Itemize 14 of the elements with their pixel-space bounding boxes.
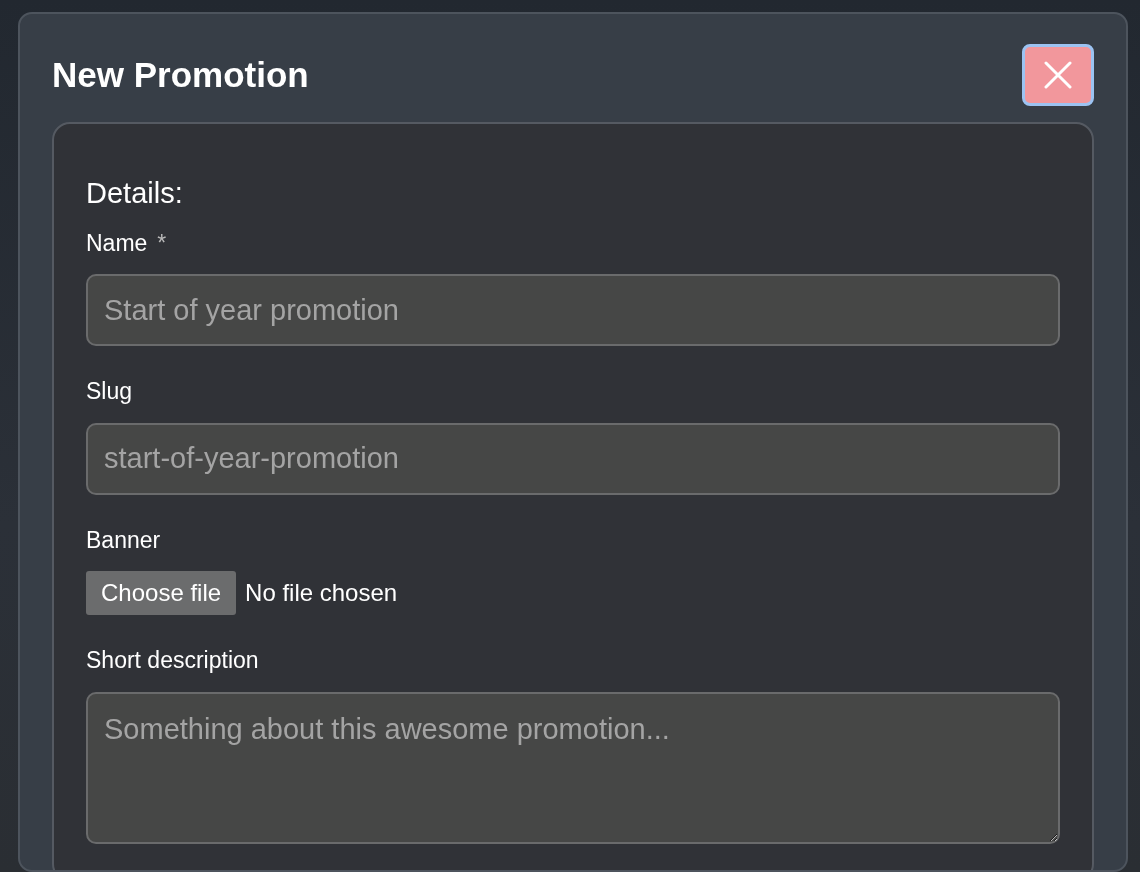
field-label: Slug xyxy=(86,378,133,404)
textarea-field[interactable]: Something about this awesome promotion... xyxy=(86,691,1060,844)
close-button[interactable] xyxy=(1022,44,1094,106)
section-heading: Details: xyxy=(86,176,184,211)
file-status: No file chosen xyxy=(245,578,398,608)
input-field[interactable]: start-of-year-promotion xyxy=(86,422,1060,495)
field-label: Banner xyxy=(86,526,161,553)
required-mark: * xyxy=(157,229,167,256)
field-label: Name xyxy=(86,229,148,256)
field-label: Short description xyxy=(86,647,259,673)
input-field[interactable]: Start of year promotion xyxy=(86,274,1060,346)
choose-file-button[interactable]: Choose file xyxy=(86,571,237,615)
close-icon xyxy=(1044,61,1072,89)
modal-title: New Promotion xyxy=(52,54,309,96)
